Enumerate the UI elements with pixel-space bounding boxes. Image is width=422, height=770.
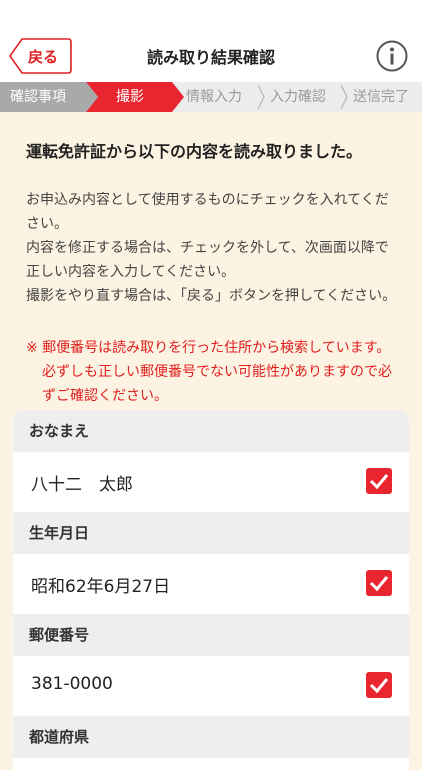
info-icon[interactable] (376, 40, 408, 72)
progress-steps: 確認事項 撮影 情報入力 入力確認 送信完了 (0, 82, 422, 112)
field-label-name: おなまえ (13, 410, 409, 452)
name-checkbox[interactable] (366, 468, 392, 494)
field-label-prefecture: 都道府県 (13, 716, 409, 758)
instruction-para: お申込み内容として使用するものにチェックを入れてください。 (26, 192, 389, 232)
checkmark-icon (369, 678, 389, 694)
birthdate-checkbox[interactable] (366, 570, 392, 596)
step-info-input: 情報入力 (186, 89, 242, 105)
step-input-confirm: 入力確認 (270, 89, 326, 105)
field-row-postal[interactable]: 381-0000 (13, 656, 409, 716)
app-header: 戻る 読み取り結果確認 (0, 0, 422, 82)
field-value-postal: 381-0000 (31, 674, 113, 694)
postal-code-notice: ※ 郵便番号は読み取りを行った住所から検索しています。必ずしも正しい郵便番号でな… (26, 340, 392, 404)
read-result-card: おなまえ 八十二 太郎 生年月日 昭和62年6月27日 郵便番号 381-000… (13, 410, 409, 770)
step-separator-icon (257, 84, 265, 110)
field-row-name[interactable]: 八十二 太郎 (13, 452, 409, 512)
instruction-para: 内容を修正する場合は、チェックを外して、次画面以降で正しい内容を入力してください… (26, 240, 389, 280)
checkmark-icon (369, 474, 389, 490)
field-label-birthdate: 生年月日 (13, 512, 409, 554)
checkmark-icon (369, 576, 389, 592)
instruction-para: 撮影をやり直す場合は、「戻る」ボタンを押してください。 (26, 288, 397, 304)
step-separator-icon (340, 84, 348, 110)
postal-checkbox[interactable] (366, 672, 392, 698)
step-confirm: 確認事項 (0, 82, 86, 112)
instruction-text: お申込み内容として使用するものにチェックを入れてください。 内容を修正する場合は… (26, 188, 398, 308)
field-value-name: 八十二 太郎 (31, 475, 133, 495)
field-value-birthdate: 昭和62年6月27日 (31, 577, 171, 597)
page-title: 読み取り結果確認 (146, 48, 275, 67)
step-complete: 送信完了 (353, 89, 409, 105)
field-row-birthdate[interactable]: 昭和62年6月27日 (13, 554, 409, 614)
lead-text: 運転免許証から以下の内容を読み取りました。 (26, 142, 363, 161)
field-label-postal: 郵便番号 (13, 614, 409, 656)
step-photo: 撮影 (86, 82, 184, 112)
